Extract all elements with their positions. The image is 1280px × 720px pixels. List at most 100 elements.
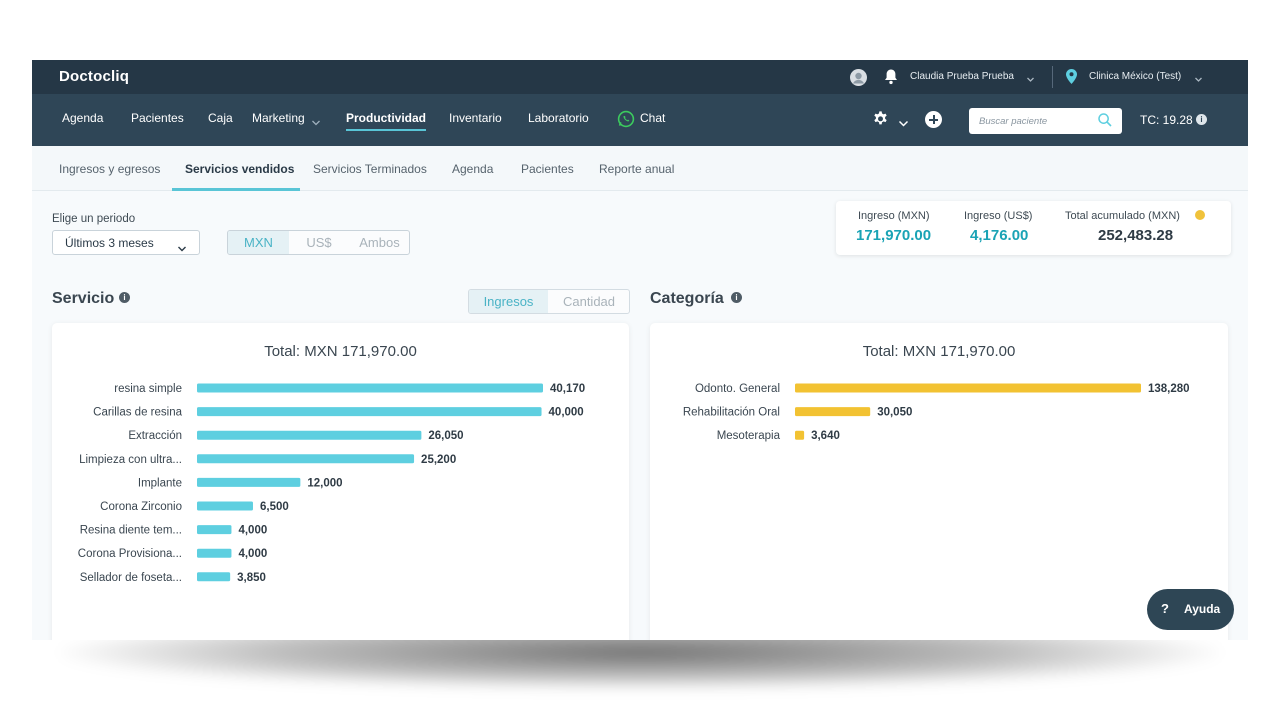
help-button-label: Ayuda (1184, 602, 1221, 616)
currency-option-usd[interactable]: US$ (289, 231, 349, 254)
category-label: Extracción (128, 430, 182, 442)
question-icon: ? (1161, 601, 1169, 616)
toggle-cantidad[interactable]: Cantidad (548, 290, 629, 313)
chevron-down-icon[interactable] (311, 114, 321, 132)
category-label: resina simple (114, 383, 182, 395)
nav-item-agenda[interactable]: Agenda (62, 111, 103, 125)
bar[interactable] (197, 454, 415, 464)
bar[interactable] (197, 383, 543, 393)
chevron-down-icon[interactable] (1026, 71, 1035, 89)
clinic-name[interactable]: Clinica México (Test) (1089, 71, 1181, 82)
currency-option-ambos[interactable]: Ambos (349, 231, 409, 254)
value-label: 3,850 (237, 572, 266, 584)
active-tab-indicator (172, 188, 300, 191)
bar[interactable] (795, 383, 1141, 393)
currency-toggle: MXN US$ Ambos (227, 230, 410, 255)
income-usd-value: 4,176.00 (970, 227, 1029, 244)
help-button[interactable]: ? Ayuda (1147, 589, 1234, 630)
nav-item-chat[interactable]: Chat (640, 111, 665, 125)
whatsapp-icon[interactable] (617, 110, 635, 128)
user-name[interactable]: Claudia Prueba Prueba (910, 71, 1014, 82)
search-icon[interactable] (1097, 112, 1113, 133)
category-label: Implante (138, 477, 182, 489)
subtab-reporte-anual[interactable]: Reporte anual (599, 162, 674, 176)
chevron-down-icon (177, 240, 187, 258)
info-icon[interactable]: i (119, 292, 130, 303)
info-icon[interactable]: i (731, 292, 742, 303)
income-summary-card: Ingreso (MXN) 171,970.00 Ingreso (US$) 4… (836, 201, 1231, 255)
category-label: Resina diente tem... (80, 525, 182, 537)
main-nav: Agenda Pacientes Caja Marketing Producti… (32, 94, 1248, 146)
category-label: Corona Provisiona... (78, 548, 182, 560)
servicio-chart-card: Total: MXN 171,970.00 resina simple 40,17… (52, 323, 629, 640)
status-dot-icon[interactable] (1195, 210, 1205, 220)
servicio-section-title: Servicio (52, 290, 115, 307)
subtab-agenda[interactable]: Agenda (452, 162, 493, 176)
category-label: Sellador de foseta... (80, 572, 182, 584)
value-label: 40,000 (549, 407, 584, 419)
bar[interactable] (197, 501, 253, 511)
categoria-section-title: Categoría (650, 290, 724, 307)
toggle-ingresos[interactable]: Ingresos (469, 290, 548, 313)
exchange-rate-label: TC: 19.28 (1140, 113, 1193, 127)
nav-item-marketing[interactable]: Marketing (252, 111, 305, 125)
category-label: Corona Zirconio (100, 501, 182, 513)
bar[interactable] (197, 548, 232, 558)
value-label: 40,170 (550, 383, 585, 395)
servicio-bar-chart: resina simple 40,170 Carillas de resina 40,… (78, 383, 585, 584)
category-label: Limpieza con ultra... (79, 454, 182, 466)
categoria-bar-chart: Odonto. General 138,280 Rehabilitación Ora… (683, 383, 1190, 442)
gear-icon[interactable] (871, 110, 890, 134)
currency-option-mxn[interactable]: MXN (228, 231, 289, 254)
category-label: Carillas de resina (93, 407, 182, 419)
subtab-servicios-terminados[interactable]: Servicios Terminados (313, 162, 427, 176)
chevron-down-icon[interactable] (898, 115, 909, 133)
value-label: 26,050 (428, 430, 463, 442)
add-circle-icon[interactable] (925, 111, 942, 128)
bar[interactable] (197, 477, 301, 487)
category-label: Odonto. General (695, 383, 780, 395)
nav-item-inventario[interactable]: Inventario (449, 111, 502, 125)
value-label: 25,200 (421, 454, 456, 466)
period-selected-value: Últimos 3 meses (65, 236, 154, 250)
brand-logo[interactable]: Doctocliq (59, 68, 129, 85)
subtab-servicios-vendidos[interactable]: Servicios vendidos (185, 162, 294, 176)
bar[interactable] (197, 525, 232, 535)
nav-item-pacientes[interactable]: Pacientes (131, 111, 184, 125)
value-label: 138,280 (1148, 383, 1190, 395)
value-label: 4,000 (238, 525, 267, 537)
categoria-chart-card: Total: MXN 171,970.00 Odonto. General 138… (650, 323, 1228, 640)
value-label: 3,640 (811, 430, 840, 442)
bar[interactable] (197, 572, 231, 582)
period-select[interactable]: Últimos 3 meses (52, 230, 200, 255)
income-usd-label: Ingreso (US$) (964, 210, 1033, 222)
user-avatar-icon[interactable] (850, 69, 867, 86)
bar[interactable] (795, 407, 871, 417)
subtab-ingresos-egresos[interactable]: Ingresos y egresos (59, 162, 160, 176)
location-pin-icon[interactable] (1065, 68, 1078, 90)
bell-icon[interactable] (884, 68, 898, 90)
value-label: 12,000 (307, 477, 342, 489)
income-mxn-label: Ingreso (MXN) (858, 210, 930, 222)
divider (1052, 66, 1053, 88)
bar[interactable] (197, 407, 542, 417)
chevron-down-icon[interactable] (1194, 71, 1203, 89)
nav-item-caja[interactable]: Caja (208, 111, 233, 125)
total-accumulated-label: Total acumulado (MXN) (1065, 210, 1180, 222)
value-label: 6,500 (260, 501, 289, 513)
top-bar: Doctocliq Claudia Prueba Prueba Clinica … (32, 60, 1248, 94)
bar[interactable] (197, 430, 422, 440)
sub-tabs: Ingresos y egresos Servicios vendidos Se… (32, 146, 1248, 191)
nav-item-productividad[interactable]: Productividad (346, 111, 427, 131)
bar[interactable] (795, 430, 805, 440)
category-label: Rehabilitación Oral (683, 407, 780, 419)
category-label: Mesoterapia (717, 430, 781, 442)
period-label: Elige un periodo (52, 213, 136, 225)
income-mxn-value: 171,970.00 (856, 227, 932, 244)
value-label: 4,000 (238, 548, 267, 560)
subtab-pacientes[interactable]: Pacientes (521, 162, 574, 176)
total-accumulated-value: 252,483.28 (1098, 227, 1174, 244)
metric-toggle: Ingresos Cantidad (468, 289, 630, 314)
info-icon[interactable]: i (1196, 114, 1207, 125)
nav-item-laboratorio[interactable]: Laboratorio (528, 111, 589, 125)
